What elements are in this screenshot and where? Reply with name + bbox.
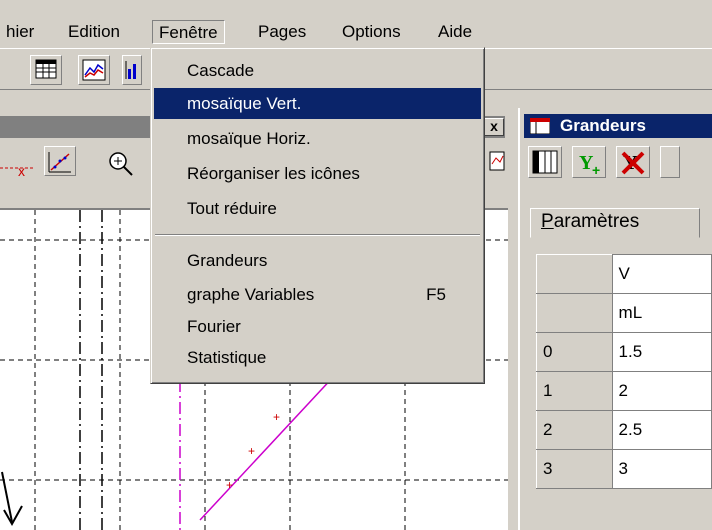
table-corner-cell [536,293,613,333]
row-index-cell[interactable]: 1 [536,371,613,411]
svg-text:+: + [273,410,280,424]
table-button[interactable] [30,55,62,85]
svg-text:+: + [248,444,255,458]
menu-item-fourier[interactable]: Fourier [154,311,481,342]
table-header-unit-row: mL [536,293,712,333]
menu-item-label: Tout réduire [187,199,277,218]
more-tools-button[interactable] [660,146,680,178]
menu-item-mosaique-vert[interactable]: mosaïque Vert. [154,88,481,119]
menu-item-label: Grandeurs [187,251,268,270]
row-index-cell[interactable]: 3 [536,449,613,489]
tab-parametres-mnemonic: P [541,211,554,232]
menu-item-label: graphe Variables [187,285,315,304]
x-axis-icon: x [0,163,34,179]
print-icon [489,151,505,171]
table-header-name-row: V [536,254,712,294]
print-button[interactable] [488,148,506,176]
menu-item-reorganiser-icones[interactable]: Réorganiser les icônes [154,158,481,189]
zoom-icon [109,152,133,176]
tab-parametres-label: aramètres [553,211,640,232]
table-row: 1 2 [536,371,712,411]
grandeurs-window: Grandeurs Y + Y Paramètres [518,108,712,530]
grandeurs-toolbar: Y + Y [524,142,712,182]
menu-item-label: Fourier [187,317,241,336]
grandeurs-icon [530,118,550,134]
delete-variable-icon: Y [621,151,645,175]
svg-text:+: + [592,162,600,177]
table-icon [35,59,57,79]
menu-item-mosaique-horiz[interactable]: mosaïque Horiz. [154,123,481,154]
menu-item-label: Réorganiser les icônes [187,164,360,183]
tab-parametres[interactable]: Paramètres [530,208,700,238]
graph-window-close-button[interactable]: x [484,118,504,136]
grandeurs-table: V mL 0 1.5 1 2 2 2.5 3 3 [536,254,712,489]
shortcut-label: F5 [426,285,446,304]
menu-item-statistique[interactable]: Statistique [154,342,481,373]
menu-aide[interactable]: Aide [432,20,478,44]
menu-options[interactable]: Options [336,20,407,44]
trend-button[interactable] [44,146,76,176]
row-index-cell[interactable]: 2 [536,410,613,450]
x-axis-button[interactable]: x [0,146,40,180]
bar-chart-icon [125,61,136,79]
trend-icon [48,152,71,173]
add-variable-button[interactable]: Y + [572,146,606,178]
menu-item-label: Cascade [187,61,255,80]
add-variable-icon: Y + [579,152,600,178]
table-row: 2 2.5 [536,410,712,450]
menu-item-grandeurs[interactable]: Grandeurs [154,245,481,276]
line-chart-icon [82,59,106,81]
svg-text:x: x [18,163,25,179]
menu-item-label: mosaïque Horiz. [187,129,311,148]
table-row: 0 1.5 [536,332,712,372]
delete-variable-button[interactable]: Y [616,146,650,178]
menu-bar: hier Edition Fenêtre Pages Options Aide [0,0,712,47]
row-value-cell[interactable]: 1.5 [611,332,712,372]
column-unit-cell[interactable]: mL [611,293,712,333]
menu-fichier[interactable]: hier [0,20,40,44]
table-corner-cell [536,254,613,294]
table-view-icon [532,150,558,174]
menu-pages[interactable]: Pages [252,20,312,44]
line-chart-button[interactable] [78,55,110,85]
menu-fenetre[interactable]: Fenêtre [152,20,225,44]
grandeurs-title: Grandeurs [560,116,646,135]
menu-item-graphe-variables[interactable]: graphe Variables F5 [154,279,481,310]
menu-item-label: Statistique [187,348,267,367]
bar-chart-button[interactable] [122,55,142,85]
zoom-button[interactable] [104,148,138,180]
table-view-button[interactable] [528,146,562,178]
row-value-cell[interactable]: 2.5 [611,410,712,450]
menu-item-cascade[interactable]: Cascade [154,55,481,86]
row-value-cell[interactable]: 2 [611,371,712,411]
svg-text:+: + [226,478,233,492]
fenetre-menu-dropdown: Cascade mosaïque Vert. mosaïque Horiz. R… [150,47,485,384]
row-value-cell[interactable]: 3 [611,449,712,489]
row-index-cell[interactable]: 0 [536,332,613,372]
menu-item-tout-reduire[interactable]: Tout réduire [154,193,481,224]
table-row: 3 3 [536,449,712,489]
menu-item-label: mosaïque Vert. [187,94,302,113]
menu-edition[interactable]: Edition [62,20,126,44]
menu-separator [155,234,480,236]
grandeurs-titlebar[interactable]: Grandeurs [524,114,712,138]
column-name-cell[interactable]: V [611,254,712,294]
